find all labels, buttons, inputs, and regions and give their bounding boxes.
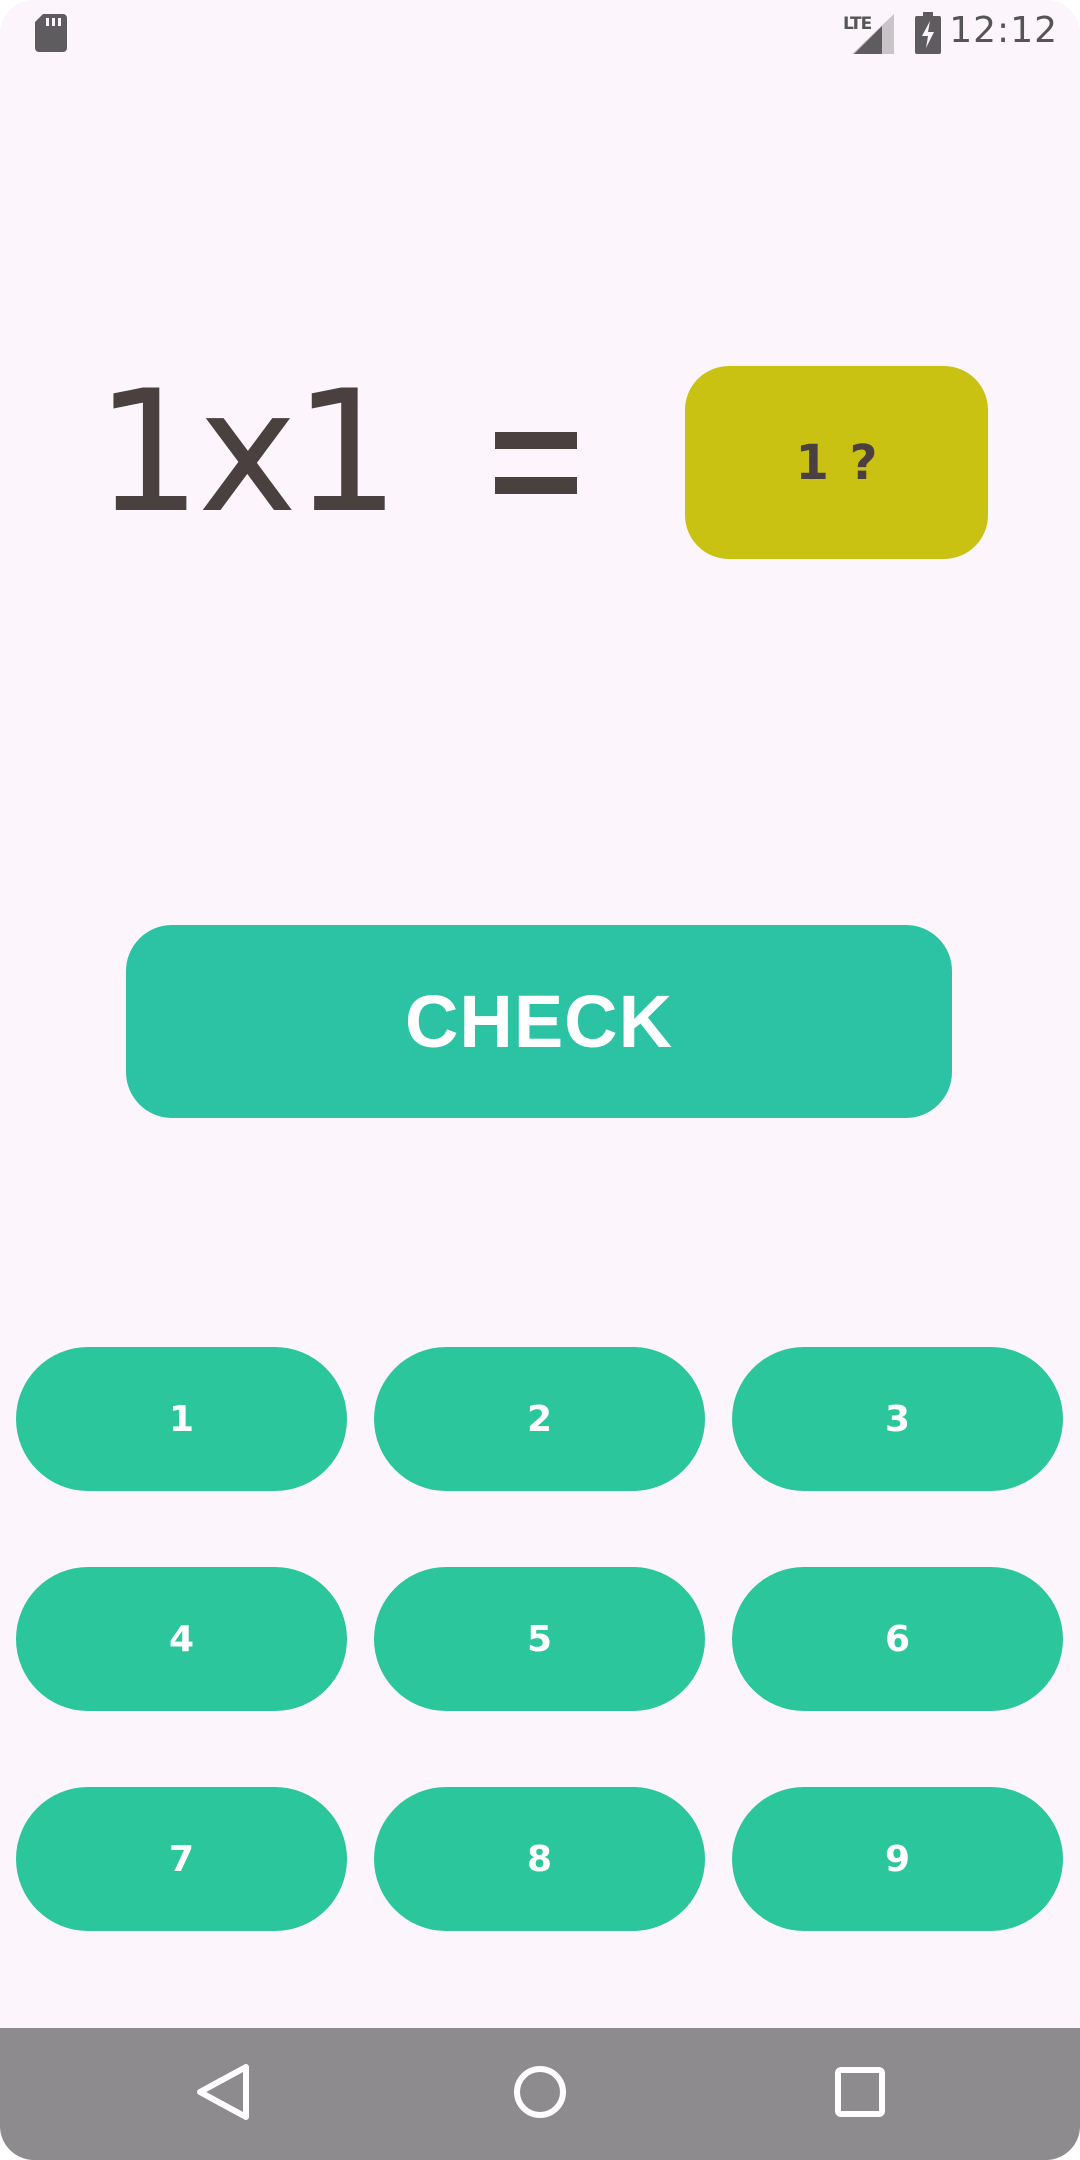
keypad-key-label: 4 <box>168 1618 195 1660</box>
keypad-key-label: 1 <box>168 1398 195 1440</box>
keypad-key-8[interactable]: 8 <box>374 1787 705 1931</box>
status-bar: LTE 12:12 <box>0 0 1080 66</box>
answer-text: 1 ? <box>795 434 878 491</box>
keypad-key-7[interactable]: 7 <box>16 1787 347 1931</box>
keypad-key-4[interactable]: 4 <box>16 1567 347 1711</box>
app-screen: LTE 12:12 1x1 1 ? CHECK 1 2 3 4 5 6 7 8 … <box>0 0 1080 2160</box>
keypad-key-label: 7 <box>168 1838 195 1880</box>
home-icon[interactable] <box>500 2052 580 2132</box>
keypad-key-label: 6 <box>884 1618 911 1660</box>
answer-display: 1 ? <box>685 366 988 559</box>
check-button-label: CHECK <box>404 980 674 1063</box>
check-button[interactable]: CHECK <box>126 925 952 1118</box>
keypad-key-label: 8 <box>526 1838 553 1880</box>
equals-sign <box>495 432 577 496</box>
keypad-key-5[interactable]: 5 <box>374 1567 705 1711</box>
equation-expression: 1x1 <box>95 354 400 550</box>
keypad-key-9[interactable]: 9 <box>732 1787 1063 1931</box>
battery-charging-icon <box>915 12 941 54</box>
back-icon[interactable] <box>182 2052 262 2132</box>
navigation-bar <box>0 2028 1080 2160</box>
keypad-key-3[interactable]: 3 <box>732 1347 1063 1491</box>
recents-icon[interactable] <box>820 2052 900 2132</box>
keypad-key-6[interactable]: 6 <box>732 1567 1063 1711</box>
keypad-key-2[interactable]: 2 <box>374 1347 705 1491</box>
keypad-key-1[interactable]: 1 <box>16 1347 347 1491</box>
keypad-key-label: 5 <box>526 1618 553 1660</box>
signal-icon <box>852 14 894 54</box>
keypad-key-label: 9 <box>884 1838 911 1880</box>
keypad-key-label: 2 <box>526 1398 553 1440</box>
status-clock: 12:12 <box>949 10 1058 51</box>
keypad-key-label: 3 <box>884 1398 911 1440</box>
sd-card-icon <box>35 14 67 52</box>
